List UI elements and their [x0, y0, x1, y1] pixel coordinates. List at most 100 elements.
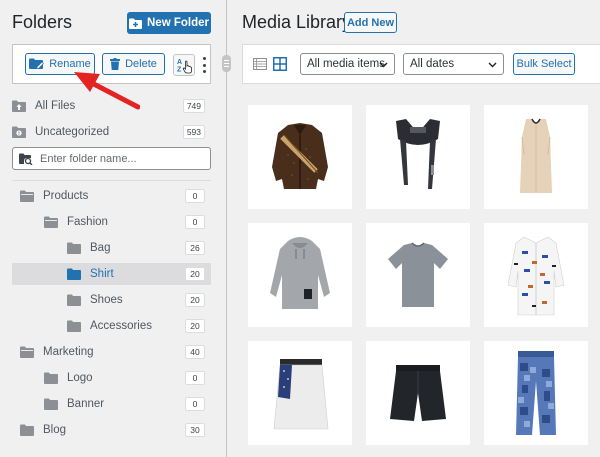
- az-sort-icon: A Z: [177, 59, 192, 74]
- folder-icon: [67, 268, 81, 280]
- folder-label: Accessories: [90, 320, 152, 332]
- folder-search-input[interactable]: [40, 152, 200, 165]
- tree-divider: [12, 180, 211, 181]
- more-options-icon[interactable]: [201, 57, 207, 73]
- trash-icon: [110, 58, 121, 70]
- media-type-value: All media items: [307, 58, 385, 70]
- folder-icon: [67, 294, 81, 306]
- list-view-icon[interactable]: [251, 55, 269, 73]
- rename-button[interactable]: Rename: [25, 53, 95, 75]
- folder-search-field[interactable]: [12, 147, 211, 170]
- folder-item-fashion[interactable]: Fashion 0: [12, 211, 211, 233]
- folders-panel: Folders New Folder Rename Delete A Z All…: [0, 0, 222, 457]
- folder-label: Products: [43, 190, 89, 202]
- delete-label: Delete: [125, 58, 157, 70]
- tshirt-image: [388, 242, 448, 307]
- sort-button[interactable]: A Z: [173, 54, 195, 76]
- media-type-select[interactable]: All media items: [300, 53, 395, 75]
- folder-label: Banner: [67, 398, 105, 410]
- folder-count: 20: [185, 319, 205, 333]
- media-filter-bar: All media items All dates Bulk Select: [242, 44, 600, 84]
- date-filter-select[interactable]: All dates: [403, 53, 504, 75]
- uncategorized-count: 593: [182, 125, 205, 139]
- all-files-count: 749: [182, 99, 205, 113]
- new-folder-button[interactable]: New Folder: [127, 12, 211, 34]
- folders-title: Folders: [12, 12, 73, 32]
- media-item-white-skirt[interactable]: [248, 341, 352, 445]
- folder-label: Bag: [90, 242, 111, 254]
- date-filter-value: All dates: [410, 58, 455, 70]
- media-item-printed-shirt[interactable]: [484, 223, 588, 327]
- folder-count: 20: [185, 267, 205, 281]
- hoodie-image: [270, 237, 330, 309]
- media-item-patchwork-jeans[interactable]: [484, 341, 588, 445]
- chevron-down-icon: [488, 62, 497, 68]
- uncategorized-label: Uncategorized: [35, 126, 110, 138]
- app-root: Folders New Folder Rename Delete A Z All…: [0, 0, 600, 457]
- media-library-title: Media Library: [242, 12, 352, 32]
- media-item-harness-vest[interactable]: [366, 105, 470, 209]
- folder-item-bag[interactable]: Bag 26: [12, 237, 211, 259]
- folder-icon: [67, 242, 81, 254]
- folder-item-marketing[interactable]: Marketing 40: [12, 341, 211, 363]
- all-files-label: All Files: [35, 100, 76, 112]
- folder-icon: [20, 424, 34, 436]
- folder-label: Shirt: [90, 268, 114, 280]
- folder-label: Blog: [43, 424, 67, 436]
- folder-item-products[interactable]: Products 0: [12, 185, 211, 207]
- folder-icon: [67, 320, 81, 332]
- folder-item-banner[interactable]: Banner 0: [12, 393, 211, 415]
- all-files-item[interactable]: All Files 749: [12, 95, 211, 117]
- folder-item-accessories[interactable]: Accessories 20: [12, 315, 211, 337]
- folder-count: 0: [185, 215, 205, 229]
- folder-count: 0: [185, 397, 205, 411]
- jacket-image: [272, 123, 328, 189]
- shorts-image: [390, 365, 446, 421]
- folder-item-shirt[interactable]: Shirt 20: [12, 263, 211, 285]
- folder-count: 0: [185, 189, 205, 203]
- media-item-black-shorts[interactable]: [366, 341, 470, 445]
- resize-handle[interactable]: [222, 55, 231, 72]
- media-item-leather-jacket[interactable]: [248, 105, 352, 209]
- folder-label: Shoes: [90, 294, 123, 306]
- folder-icon: [44, 398, 58, 410]
- delete-button[interactable]: Delete: [102, 53, 165, 75]
- folder-count: 40: [185, 345, 205, 359]
- skirt-image: [273, 359, 329, 430]
- folder-item-logo[interactable]: Logo 0: [12, 367, 211, 389]
- new-folder-icon: [129, 18, 142, 29]
- folder-icon: [20, 190, 34, 202]
- folder-item-blog[interactable]: Blog 30: [12, 419, 211, 441]
- folder-search-icon: [19, 153, 33, 165]
- bulk-select-button[interactable]: Bulk Select: [513, 53, 575, 75]
- folder-icon: [44, 372, 58, 384]
- jeans-image: [516, 351, 556, 435]
- uncategorized-icon: [12, 126, 26, 138]
- all-files-icon: [12, 100, 26, 112]
- dress-image: [520, 118, 552, 193]
- chevron-down-icon: [379, 62, 388, 68]
- media-item-grey-tshirt[interactable]: [366, 223, 470, 327]
- vest-image: [396, 119, 440, 189]
- svg-text:A: A: [177, 59, 182, 66]
- rename-folder-icon: [29, 58, 45, 69]
- folder-toolbar: Rename Delete A Z: [12, 44, 211, 84]
- folder-label: Logo: [67, 372, 93, 384]
- new-folder-label: New Folder: [147, 17, 209, 29]
- svg-text:Z: Z: [177, 67, 182, 74]
- grid-view-icon[interactable]: [271, 55, 289, 73]
- folder-label: Marketing: [43, 346, 94, 358]
- media-item-grey-hoodie[interactable]: [248, 223, 352, 327]
- folder-count: 20: [185, 293, 205, 307]
- folder-count: 26: [185, 241, 205, 255]
- uncategorized-item[interactable]: Uncategorized 593: [12, 121, 211, 143]
- folder-count: 30: [185, 423, 205, 437]
- media-item-beige-dress[interactable]: [484, 105, 588, 209]
- folder-item-shoes[interactable]: Shoes 20: [12, 289, 211, 311]
- folder-icon: [44, 216, 58, 228]
- folder-icon: [20, 346, 34, 358]
- add-new-button[interactable]: Add New: [344, 12, 397, 33]
- folder-label: Fashion: [67, 216, 108, 228]
- rename-label: Rename: [49, 58, 91, 70]
- shirt-image: [507, 236, 565, 316]
